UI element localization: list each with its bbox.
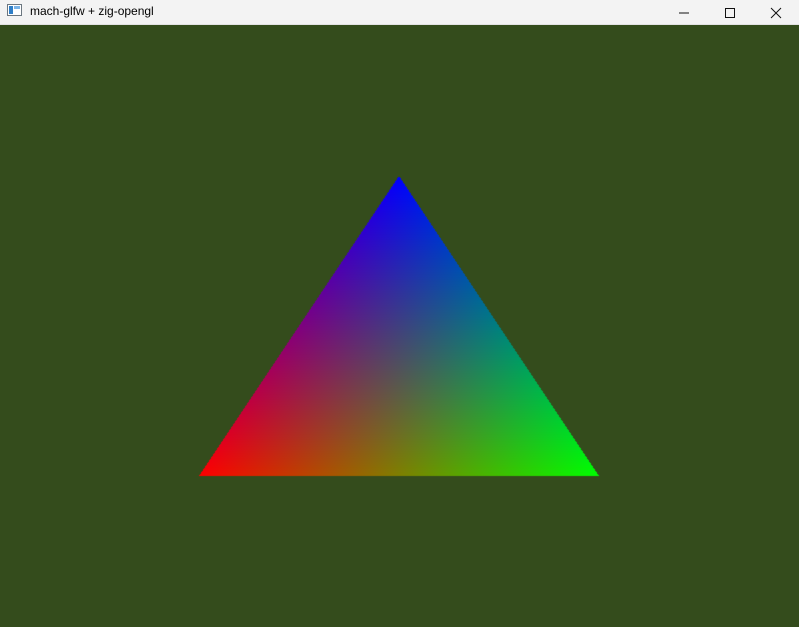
minimize-button[interactable] — [661, 0, 707, 25]
maximize-button[interactable] — [707, 0, 753, 25]
minimize-icon — [679, 12, 689, 13]
title-bar[interactable]: mach-glfw + zig-opengl — [0, 0, 799, 25]
window-controls — [661, 0, 799, 25]
app-window-icon — [7, 4, 22, 16]
opengl-viewport[interactable] — [0, 25, 799, 627]
window-title: mach-glfw + zig-opengl — [30, 4, 154, 18]
maximize-icon — [725, 7, 735, 18]
close-button[interactable] — [753, 0, 799, 25]
rgb-triangle — [0, 25, 799, 627]
application-window: mach-glfw + zig-opengl — [0, 0, 799, 627]
close-icon — [770, 7, 782, 18]
